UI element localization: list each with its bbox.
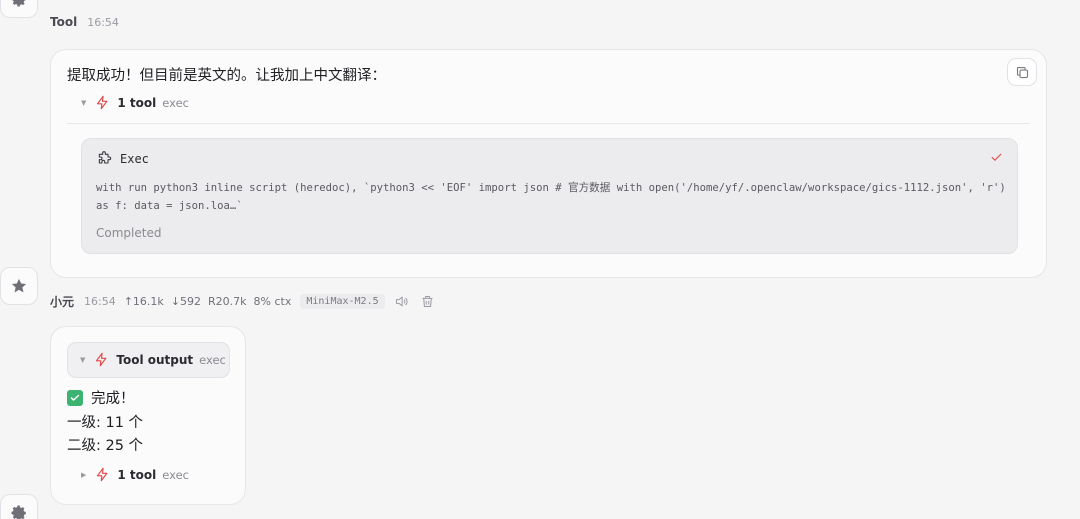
tool-output-label: Tool output — [116, 353, 194, 367]
divider — [67, 123, 1030, 124]
exec-status: Completed — [96, 226, 162, 240]
timestamp: 16:54 — [87, 15, 119, 29]
exec-command: with run python3 inline script (heredoc)… — [96, 182, 1006, 212]
copy-button[interactable] — [1007, 58, 1037, 86]
level1-count: 一级: 11 个 — [67, 415, 144, 431]
caret-right-icon: ▶ — [81, 471, 87, 479]
sender-name: Tool — [50, 15, 78, 29]
exec-card[interactable]: Exec with run python3 inline script (her… — [81, 138, 1018, 254]
check-box-icon — [67, 389, 83, 406]
speaker-icon[interactable] — [393, 292, 411, 310]
caret-down-icon: ▼ — [80, 356, 86, 364]
message-text: 提取成功！但目前是英文的。让我加上中文翻译： — [67, 68, 386, 84]
timestamp: 16:54 — [84, 294, 116, 308]
tokens-up: ↑16.1k — [123, 294, 164, 308]
bolt-icon — [95, 467, 111, 483]
tokens-r: R20.7k — [208, 294, 247, 308]
tool-summary-toggle[interactable]: ▶ 1 tool exec — [81, 467, 189, 483]
context-usage: 8% ctx — [253, 294, 292, 308]
done-line: 完成！ — [67, 387, 135, 408]
tool-count: 1 tool — [117, 468, 157, 482]
tool-count: 1 tool — [117, 96, 157, 110]
bolt-icon — [95, 95, 111, 111]
tokens-down: ↓592 — [170, 294, 202, 308]
tool-name: exec — [162, 96, 189, 110]
gear-avatar-icon[interactable] — [0, 494, 38, 519]
exec-title: Exec — [120, 152, 149, 166]
assistant-message-bubble: 提取成功！但目前是英文的。让我加上中文翻译： ▼ 1 tool exec Exe… — [50, 49, 1047, 278]
assistant-message-bubble: ▼ Tool output exec 完成！ 一级: 11 个 二级: 25 个… — [50, 326, 246, 505]
done-text: 完成！ — [91, 391, 135, 407]
gear-avatar-icon[interactable] — [0, 0, 38, 18]
tool-name: exec — [199, 353, 226, 367]
tool-name: exec — [162, 468, 189, 482]
model-badge: MiniMax-M2.5 — [300, 293, 385, 309]
puzzle-icon — [96, 151, 112, 167]
check-icon — [990, 151, 1003, 164]
level2-count: 二级: 25 个 — [67, 438, 144, 454]
sender-name: 小元 — [50, 294, 75, 309]
message-meta-assistant: 小元 16:54 ↑16.1k ↓592 R20.7k 8% ctx MiniM… — [50, 292, 445, 310]
trash-icon[interactable] — [419, 292, 437, 310]
bolt-icon — [94, 352, 110, 368]
caret-down-icon: ▼ — [81, 99, 87, 107]
star-avatar-icon[interactable] — [0, 267, 38, 305]
tool-summary-toggle[interactable]: ▼ 1 tool exec — [81, 95, 189, 111]
message-meta-tool: Tool 16:54 — [50, 15, 127, 29]
tool-output-toggle[interactable]: ▼ Tool output exec — [67, 342, 230, 378]
